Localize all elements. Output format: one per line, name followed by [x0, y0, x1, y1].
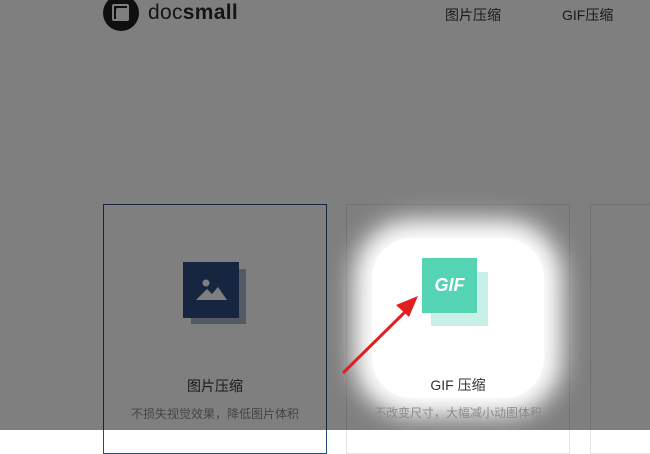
card-more[interactable]	[590, 204, 650, 454]
card-desc: 不改变尺寸，大幅减小动图体积	[373, 406, 542, 420]
nav-image-compress[interactable]: 图片压缩	[445, 5, 501, 25]
logo-text: docsmall	[148, 1, 238, 25]
card-desc: 不损失视觉效果，降低图片体积	[130, 407, 299, 421]
logo-text-suffix: small	[182, 1, 238, 24]
image-icon	[183, 262, 239, 318]
card-title: GIF 压缩	[430, 377, 486, 393]
nav-gif-compress[interactable]: GIF压缩	[562, 5, 613, 25]
gif-icon: GIF	[422, 258, 477, 313]
gif-card-highlight[interactable]: GIF GIF 压缩 不改变尺寸，大幅减小动图体积	[346, 204, 570, 454]
docsmall-logo[interactable]: docsmall	[103, 0, 238, 34]
card-image-compress[interactable]: 图片压缩 不损失视觉效果，降低图片体积	[103, 204, 327, 454]
site-header: docsmall 图片压缩 GIF压缩	[0, 0, 650, 34]
card-title: 图片压缩	[187, 378, 243, 394]
logo-icon	[103, 0, 139, 31]
logo-text-prefix: doc	[148, 1, 183, 24]
